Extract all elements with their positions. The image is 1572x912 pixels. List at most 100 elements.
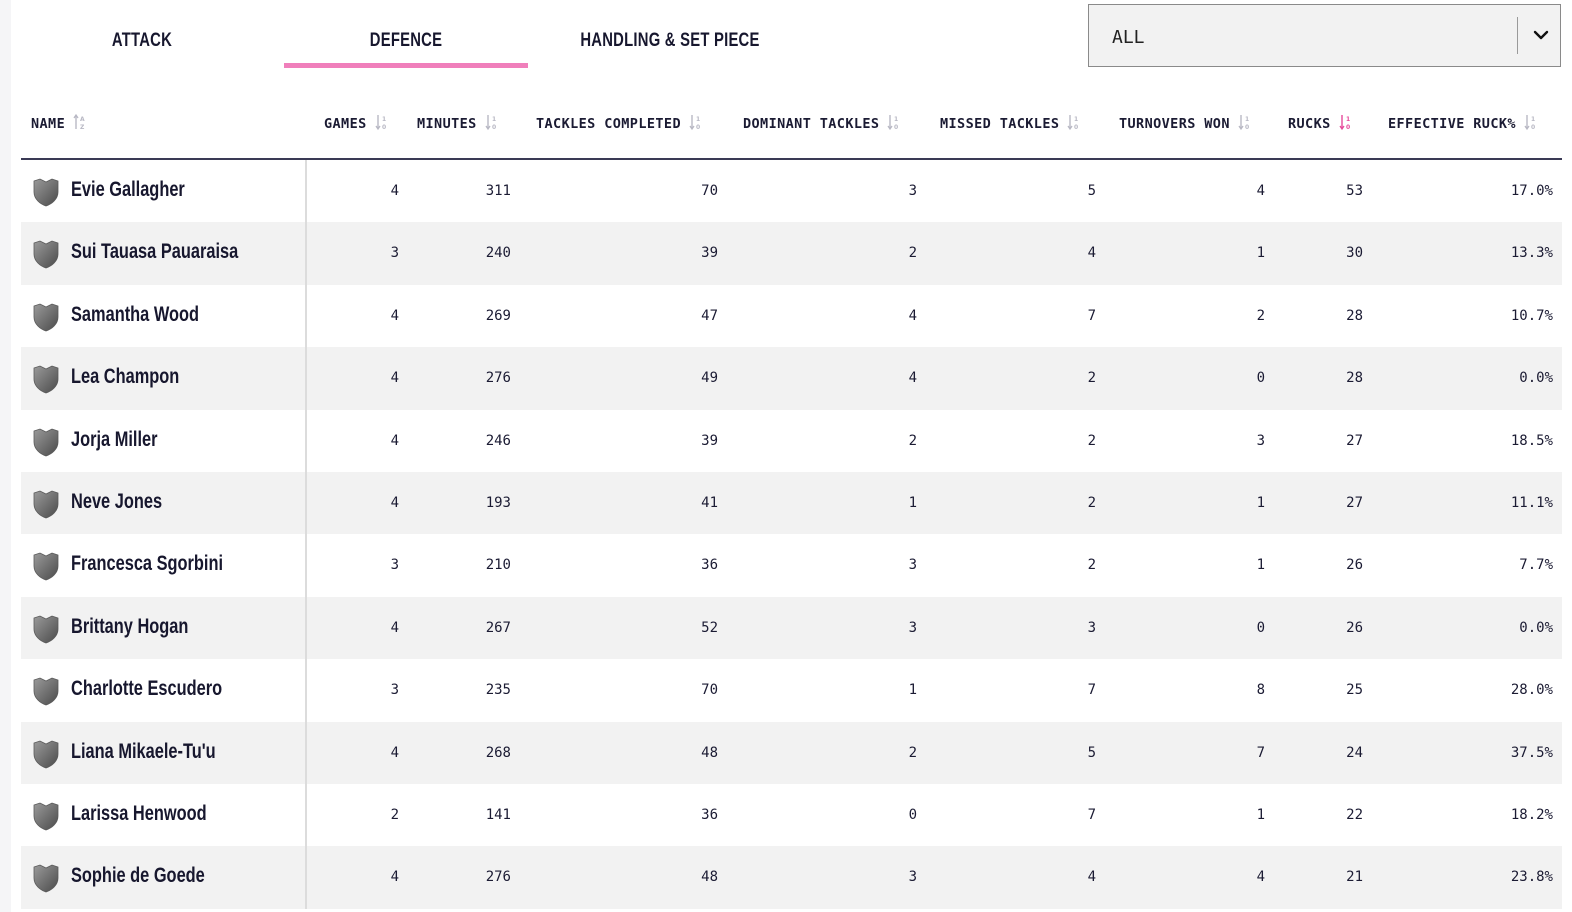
cell-dominant-tackles: 3: [908, 183, 917, 199]
svg-text:0: 0: [696, 124, 701, 131]
table-row[interactable]: Larissa Henwood 2 141 36 0 7 1 22 18.2%: [21, 783, 1562, 847]
cell-games: 4: [390, 432, 399, 449]
table-row[interactable]: Sui Tauasa Pauaraisa 3 240 39 2 4 1 30 13.3%: [21, 222, 1562, 285]
player-name[interactable]: Neve Jones: [71, 490, 162, 514]
cell-turnovers-won: 4: [1256, 869, 1265, 886]
cell-missed-tackles: 4: [1087, 245, 1096, 262]
player-name[interactable]: Sui Tauasa Pauaraisa: [71, 240, 238, 264]
cell-missed-tackles: 2: [1087, 494, 1096, 511]
column-header-label: TACKLES COMPLETED: [536, 116, 681, 132]
team-shield-icon: [33, 552, 59, 581]
player-name[interactable]: Lea Champon: [71, 365, 179, 389]
cell-tackles-completed: 70: [701, 682, 718, 699]
cell-games: 4: [390, 307, 399, 324]
player-name[interactable]: Charlotte Escudero: [71, 677, 222, 701]
svg-text:1: 1: [1245, 116, 1250, 123]
table-row[interactable]: Brittany Hogan 4 267 52 3 3 0 26 0.0%: [21, 596, 1562, 660]
cell-tackles-completed: 52: [701, 619, 718, 636]
filter-select[interactable]: ALL: [1088, 4, 1561, 67]
column-header-effective-ruck[interactable]: EFFECTIVE RUCK% 1 0: [1388, 96, 1538, 152]
column-header-rucks[interactable]: RUCKS 1 0: [1288, 96, 1353, 152]
name-column-divider: [305, 222, 307, 285]
column-header-turnovers-won[interactable]: TURNOVERS WON 1 0: [1119, 96, 1252, 152]
cell-minutes: 193: [485, 494, 511, 511]
cell-minutes: 268: [485, 744, 511, 761]
column-header-minutes[interactable]: MINUTES 1 0: [417, 96, 499, 152]
player-name[interactable]: Francesca Sgorbini: [71, 552, 223, 576]
player-name[interactable]: Sophie de Goede: [71, 864, 205, 888]
cell-games: 4: [390, 494, 399, 511]
cell-missed-tackles: 7: [1087, 307, 1096, 324]
column-header-name[interactable]: NAME A Z: [31, 96, 87, 152]
cell-rucks: 21: [1346, 869, 1363, 886]
cell-tackles-completed: 39: [701, 432, 718, 449]
team-shield-icon: [33, 240, 59, 269]
sort-icon[interactable]: 10: [1331, 113, 1353, 135]
cell-turnovers-won: 7: [1256, 744, 1265, 761]
cell-dominant-tackles: 3: [908, 869, 917, 886]
filter-select-value: ALL: [1112, 27, 1145, 48]
sort-icon[interactable]: AZ: [65, 113, 87, 135]
cell-tackles-completed: 70: [701, 183, 718, 199]
table-row[interactable]: Charlotte Escudero 3 235 70 1 7 8 25 28.0%: [21, 659, 1562, 722]
team-shield-icon: [33, 677, 59, 706]
table-row[interactable]: Jorja Miller 4 246 39 2 2 3 27 18.5%: [21, 409, 1562, 472]
player-name[interactable]: Jorja Miller: [71, 428, 157, 452]
column-header-games[interactable]: GAMES 1 0: [324, 96, 389, 152]
table-row[interactable]: Lea Champon 4 276 49 4 2 0 28 0.0%: [21, 347, 1562, 410]
active-tab-indicator: [284, 63, 528, 68]
team-shield-icon: [33, 864, 59, 893]
player-name[interactable]: Brittany Hogan: [71, 615, 188, 639]
sort-icon[interactable]: 10: [367, 113, 389, 135]
sort-icon[interactable]: 10: [1230, 113, 1252, 135]
cell-games: 4: [390, 183, 399, 199]
cell-minutes: 269: [485, 307, 511, 324]
sort-icon[interactable]: 10: [1059, 113, 1081, 135]
cell-rucks: 22: [1346, 806, 1363, 823]
tab-attack[interactable]: ATTACK: [103, 30, 181, 68]
player-name[interactable]: Larissa Henwood: [71, 802, 207, 826]
svg-text:1: 1: [696, 116, 701, 123]
select-divider: [1517, 17, 1518, 54]
stat-category-tabs: ATTACK DEFENCE HANDLING & SET PIECE: [0, 0, 1080, 70]
tab-handling-set-piece[interactable]: HANDLING & SET PIECE: [553, 30, 787, 68]
table-row[interactable]: Francesca Sgorbini 3 210 36 3 2 1 26 7.7%: [21, 534, 1562, 597]
svg-text:0: 0: [492, 124, 497, 131]
player-name[interactable]: Samantha Wood: [71, 303, 199, 327]
cell-effective-ruck: 13.3%: [1510, 245, 1553, 262]
table-row[interactable]: Evie Gallagher 4 311 70 3 5 4 53 17.0%: [21, 160, 1562, 223]
column-header-label: GAMES: [324, 116, 367, 132]
svg-text:1: 1: [1346, 116, 1351, 123]
svg-text:0: 0: [894, 124, 899, 131]
cell-minutes: 267: [485, 619, 511, 636]
cell-minutes: 276: [485, 370, 511, 387]
cell-games: 4: [390, 869, 399, 886]
sort-icon[interactable]: 10: [1516, 113, 1538, 135]
cell-dominant-tackles: 3: [908, 557, 917, 574]
table-row[interactable]: Sophie de Goede 4 276 48 3 4 4 21 23.8%: [21, 846, 1562, 909]
svg-text:1: 1: [1531, 116, 1536, 123]
cell-missed-tackles: 2: [1087, 370, 1096, 387]
cell-games: 4: [390, 370, 399, 387]
sort-icon[interactable]: 10: [477, 113, 499, 135]
name-column-divider: [305, 596, 307, 660]
cell-games: 2: [390, 806, 399, 823]
table-row[interactable]: Samantha Wood 4 269 47 4 7 2 28 10.7%: [21, 284, 1562, 348]
name-column-divider: [305, 846, 307, 909]
player-name[interactable]: Liana Mikaele-Tu'u: [71, 740, 216, 764]
cell-minutes: 210: [485, 557, 511, 574]
table-row[interactable]: Liana Mikaele-Tu'u 4 268 48 2 5 7 24 37.5%: [21, 721, 1562, 784]
cell-tackles-completed: 36: [701, 557, 718, 574]
table-row[interactable]: Neve Jones 4 193 41 1 2 1 27 11.1%: [21, 471, 1562, 535]
cell-turnovers-won: 1: [1256, 806, 1265, 823]
player-name[interactable]: Evie Gallagher: [71, 178, 185, 202]
sort-icon[interactable]: 10: [681, 113, 703, 135]
svg-text:1: 1: [1074, 116, 1079, 123]
name-column-divider: [305, 471, 307, 535]
column-header-label: MISSED TACKLES: [940, 116, 1060, 132]
column-header-tackles-completed[interactable]: TACKLES COMPLETED 1 0: [536, 96, 703, 152]
team-shield-icon: [33, 428, 59, 456]
column-header-dominant-tackles[interactable]: DOMINANT TACKLES 1 0: [743, 96, 901, 152]
sort-icon[interactable]: 10: [879, 113, 901, 135]
column-header-missed-tackles[interactable]: MISSED TACKLES 1 0: [940, 96, 1081, 152]
